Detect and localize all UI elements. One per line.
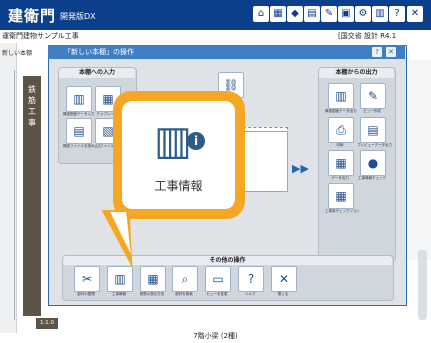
- document-title: 運衛門建物サンプル工事: [2, 32, 79, 40]
- side-vertical-label: 鉄筋工事: [28, 85, 36, 127]
- output-button-5[interactable]: ▦: [328, 150, 354, 176]
- other-button-label: ビューを変更: [206, 292, 228, 296]
- other-button-label: 部材を検索: [175, 292, 193, 296]
- input-button-label: 構造ファイルを読み込む: [63, 144, 102, 148]
- other-button-3[interactable]: ▦: [140, 266, 166, 292]
- output-button-label: ビュー作成: [363, 109, 381, 113]
- other-button-2[interactable]: ▥: [107, 266, 133, 292]
- save-icon[interactable]: ▣: [338, 6, 354, 22]
- other-button-6[interactable]: ?: [238, 266, 264, 292]
- swap-icon[interactable]: ◆: [287, 6, 303, 22]
- other-button-label: 閉じる: [277, 292, 289, 296]
- other-button-1[interactable]: ✂: [74, 266, 100, 292]
- input-button-1[interactable]: ▥: [66, 86, 92, 112]
- other-button-5[interactable]: ▭: [205, 266, 231, 292]
- close-icon[interactable]: ✕: [386, 47, 396, 57]
- output-button-label: データ出力: [331, 176, 349, 180]
- close-icon[interactable]: ✕: [407, 6, 423, 22]
- app-logo: 建衛門: [8, 7, 57, 25]
- callout-label: 工事情報: [154, 179, 203, 193]
- output-button-label: 工事用チェックリスト: [325, 209, 360, 213]
- app-edition: 開発版DX: [60, 12, 96, 21]
- zoom-indicator[interactable]: 1:1.0: [36, 318, 58, 329]
- sheet-icon[interactable]: ▤: [304, 6, 320, 22]
- other-button-4[interactable]: ⌕: [172, 266, 198, 292]
- output-button-label: 工事情報チェック: [358, 176, 386, 180]
- output-button-4[interactable]: ▤: [360, 117, 386, 143]
- output-button-2[interactable]: ✎: [360, 83, 386, 109]
- home-icon[interactable]: ⌂: [253, 6, 269, 22]
- preview-thumbnail: [243, 131, 288, 192]
- scrollbar[interactable]: [418, 250, 427, 320]
- output-button-label: 印刷: [336, 143, 344, 147]
- output-button-3[interactable]: ⎙: [328, 117, 354, 143]
- other-button-7[interactable]: ✕: [271, 266, 297, 292]
- output-button-label: プレビューデータ出力: [357, 143, 392, 147]
- flow-arrow-icon: ▶▶: [292, 162, 309, 175]
- output-button-6[interactable]: ●: [360, 150, 386, 176]
- other-panel-title: その他の操作: [63, 256, 392, 265]
- output-button-1[interactable]: ▥: [328, 83, 354, 109]
- info-icon: i: [187, 132, 205, 150]
- dialog-title: 「新しい本棚」の操作: [64, 48, 134, 56]
- help-icon[interactable]: ?: [372, 47, 382, 57]
- edit-icon[interactable]: ✎: [321, 6, 337, 22]
- other-button-label: ヘルプ: [244, 292, 256, 296]
- gear-icon[interactable]: ⚙: [355, 6, 371, 22]
- input-panel-title: 本棚への入力: [59, 68, 135, 78]
- divider: [14, 70, 15, 320]
- document-icon[interactable]: ▦: [270, 6, 286, 22]
- output-button-label: 構造図面データ出力: [325, 109, 357, 113]
- output-panel-title: 本棚からの出力: [319, 68, 394, 78]
- other-button-label: 工事情報: [112, 292, 126, 296]
- help-icon[interactable]: ?: [389, 6, 405, 22]
- input-button-3[interactable]: ▤: [66, 118, 92, 144]
- input-button-label: 構造図面データ入力: [63, 112, 95, 116]
- left-tab-label[interactable]: 新しい本棚: [2, 48, 32, 57]
- book-icon[interactable]: ▥: [372, 6, 388, 22]
- floor-label: 7階小梁 (2種): [193, 332, 238, 340]
- dialog-title-bar: 「新しい本棚」の操作: [48, 45, 405, 59]
- other-button-label: 鉄筋の表示方法: [139, 292, 165, 296]
- other-button-label: 部材の整理: [77, 292, 95, 296]
- right-panel: [406, 60, 431, 260]
- document-info: [国交省 設計 R4.1: [338, 32, 397, 40]
- output-button-7[interactable]: ▦: [328, 183, 354, 209]
